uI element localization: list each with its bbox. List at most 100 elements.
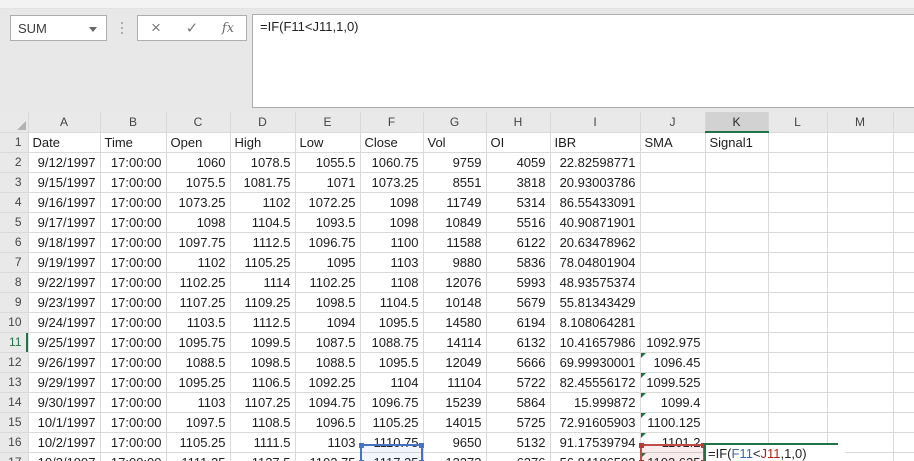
cell[interactable] [893, 152, 914, 173]
cell[interactable]: 1099.525 [640, 372, 706, 393]
cell[interactable] [640, 252, 706, 273]
cell[interactable] [893, 192, 914, 213]
cell[interactable]: 17:00:00 [100, 272, 167, 293]
cell[interactable]: 1098.5 [295, 292, 361, 313]
cell[interactable]: 1102.625 [640, 452, 706, 461]
cell[interactable]: 22.82598771 [550, 152, 641, 173]
cancel-icon[interactable]: × [138, 16, 174, 40]
cell[interactable]: 1102.25 [295, 272, 361, 293]
cell[interactable] [640, 292, 706, 313]
cell[interactable]: 1127.5 [230, 452, 296, 461]
cell[interactable]: 17:00:00 [100, 232, 167, 253]
cell[interactable]: 1098 [360, 192, 424, 213]
cell[interactable] [893, 452, 914, 461]
column-header-h[interactable]: H [486, 112, 551, 133]
cell[interactable] [893, 132, 914, 153]
cell[interactable]: 9/30/1997 [28, 392, 101, 413]
row-header-6[interactable]: 6 [0, 232, 29, 253]
cell[interactable] [827, 332, 894, 353]
cell[interactable]: 1106.5 [230, 372, 296, 393]
row-header-17[interactable]: 17 [0, 452, 29, 461]
cell[interactable]: 1098.5 [230, 352, 296, 373]
cell[interactable] [640, 172, 706, 193]
column-header-c[interactable]: C [166, 112, 231, 133]
cell[interactable]: 15.999872 [550, 392, 641, 413]
cell[interactable] [893, 352, 914, 373]
cell[interactable]: 9759 [423, 152, 487, 173]
cell[interactable]: 14580 [423, 312, 487, 333]
cell[interactable]: 1099.5 [230, 332, 296, 353]
cell[interactable]: Date [28, 132, 101, 153]
cell[interactable]: 1103 [295, 432, 361, 453]
cell[interactable]: 9/25/1997 [28, 332, 101, 353]
cell[interactable]: 1111.25 [166, 452, 231, 461]
cell[interactable]: 17:00:00 [100, 412, 167, 433]
cell[interactable]: 1060 [166, 152, 231, 173]
column-header-k[interactable]: K [705, 112, 769, 133]
cell[interactable]: 1097.75 [166, 232, 231, 253]
cell[interactable]: 5679 [486, 292, 551, 313]
cell[interactable]: High [230, 132, 296, 153]
cell[interactable] [640, 272, 706, 293]
cell[interactable]: 1072.25 [295, 192, 361, 213]
cell[interactable]: 1095.75 [166, 332, 231, 353]
cell[interactable] [827, 172, 894, 193]
cell[interactable]: 1071 [295, 172, 361, 193]
cell[interactable]: 1078.5 [230, 152, 296, 173]
cell[interactable]: 17:00:00 [100, 352, 167, 373]
cell[interactable]: 12049 [423, 352, 487, 373]
cell[interactable]: 1092.25 [295, 372, 361, 393]
cell[interactable]: 1103 [166, 392, 231, 413]
cell[interactable]: 10.41657986 [550, 332, 641, 353]
cell[interactable]: 1105.25 [360, 412, 424, 433]
cell[interactable] [893, 292, 914, 313]
cell[interactable]: 5722 [486, 372, 551, 393]
column-header-j[interactable]: J [640, 112, 706, 133]
cell[interactable]: 1112.5 [230, 232, 296, 253]
cell[interactable]: Open [166, 132, 231, 153]
cell[interactable] [705, 192, 769, 213]
cell[interactable]: 10148 [423, 292, 487, 313]
cell[interactable] [827, 412, 894, 433]
name-box[interactable]: SUM [10, 15, 107, 41]
cell[interactable]: Vol [423, 132, 487, 153]
cell[interactable]: 56.84186503 [550, 452, 641, 461]
cell[interactable]: 17:00:00 [100, 252, 167, 273]
row-header-1[interactable]: 1 [0, 132, 29, 153]
cell[interactable] [768, 292, 828, 313]
cell[interactable] [768, 332, 828, 353]
cell[interactable] [893, 312, 914, 333]
cell[interactable]: Time [100, 132, 167, 153]
cell[interactable]: 1103.5 [166, 312, 231, 333]
cell[interactable]: Signal1 [705, 132, 769, 153]
cell[interactable]: 5314 [486, 192, 551, 213]
cell[interactable]: 1095.25 [166, 372, 231, 393]
cell[interactable]: 1101.2 [640, 432, 706, 453]
cell[interactable]: 1112.5 [230, 312, 296, 333]
cell[interactable]: 1096.75 [295, 232, 361, 253]
cell[interactable] [768, 352, 828, 373]
cell[interactable]: 1088.75 [360, 332, 424, 353]
cell[interactable]: 9/18/1997 [28, 232, 101, 253]
cell[interactable] [705, 272, 769, 293]
cell[interactable] [640, 192, 706, 213]
cell[interactable]: 1102.25 [166, 272, 231, 293]
insert-function-icon[interactable]: fx [210, 16, 246, 40]
cell[interactable]: 69.99930001 [550, 352, 641, 373]
cell[interactable]: 1104.5 [230, 212, 296, 233]
cell[interactable] [768, 132, 828, 153]
formula-input[interactable]: =IF(F11<J11,1,0) [252, 14, 914, 108]
column-header-a[interactable]: A [28, 112, 101, 133]
column-header-i[interactable]: I [550, 112, 641, 133]
cell[interactable] [640, 232, 706, 253]
cell[interactable]: 17:00:00 [100, 172, 167, 193]
cell[interactable]: 8551 [423, 172, 487, 193]
row-header-13[interactable]: 13 [0, 372, 29, 393]
cell[interactable] [768, 152, 828, 173]
cell[interactable]: 14015 [423, 412, 487, 433]
cell[interactable]: IBR [550, 132, 641, 153]
cell[interactable]: 1105.25 [166, 432, 231, 453]
row-header-12[interactable]: 12 [0, 352, 29, 373]
cell[interactable]: 1102.75 [295, 452, 361, 461]
cell-editor-k11[interactable]: =IF(F11<J11,1,0) [705, 444, 845, 461]
